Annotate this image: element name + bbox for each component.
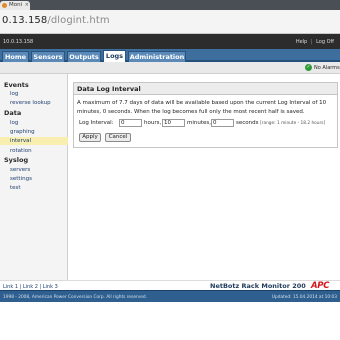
link-separator: | — [310, 39, 313, 45]
browser-tab-title: Moni — [9, 2, 23, 8]
sidebar-item-servers[interactable]: servers — [9, 166, 68, 174]
top-links: Help | Log Off — [294, 39, 334, 45]
range-hint: [range: 1 minute - 18.2 hours] — [260, 121, 326, 126]
log-interval-label: Log Interval: — [79, 120, 114, 126]
cancel-button[interactable]: Cancel — [105, 133, 131, 142]
sidebar-section-events: Events — [4, 81, 29, 89]
url-text[interactable]: 0.13.158/dlogint.htm — [2, 15, 110, 26]
url-host: 0.13.158 — [2, 15, 48, 26]
browser-tab-bar: Moni × — [0, 0, 340, 10]
browser-tab[interactable]: Moni × — [0, 1, 30, 10]
tab-outputs[interactable]: Outputs — [67, 51, 101, 62]
updated-timestamp: Updated: 15.04.2014 at 10:03 — [271, 295, 337, 300]
minutes-unit: minutes, — [187, 120, 212, 126]
device-ip: 10.0.13.158 — [3, 39, 34, 45]
status-bar: ✓ No Alarms — [0, 62, 340, 74]
check-circle-icon: ✓ — [305, 64, 312, 71]
sidebar-item-settings[interactable]: settings — [9, 175, 68, 183]
data-log-interval-panel: Data Log Interval A maximum of 7.7 days … — [73, 82, 338, 148]
hours-input[interactable]: 0 — [119, 119, 142, 127]
tab-administration[interactable]: Administration — [128, 51, 186, 62]
copyright-text: 1998 - 2008, American Power Conversion C… — [3, 295, 148, 300]
footer-links-row: Link 1 | Link 2 | Link 3 NetBotz Rack Mo… — [0, 280, 340, 291]
alarm-status[interactable]: No Alarms — [314, 65, 340, 71]
minutes-input[interactable]: 10 — [162, 119, 185, 127]
help-link[interactable]: Help — [296, 39, 307, 45]
sidebar-item-events-log[interactable]: log — [9, 90, 68, 98]
tab-home[interactable]: Home — [2, 51, 29, 62]
tab-logs[interactable]: Logs — [103, 50, 126, 62]
sidebar-item-reverse-lookup[interactable]: reverse lookup — [9, 99, 68, 107]
sidebar: Events log reverse lookup Data log graph… — [0, 74, 68, 280]
tab-sensors[interactable]: Sensors — [31, 51, 65, 62]
seconds-input[interactable]: 0 — [211, 119, 234, 127]
nav-bar: Home Sensors Outputs Logs Administration — [0, 49, 340, 62]
hours-unit: hours, — [144, 120, 162, 126]
footer-bar: 1998 - 2008, American Power Conversion C… — [0, 290, 340, 302]
tab-close-icon[interactable]: × — [25, 1, 29, 10]
sidebar-section-syslog: Syslog — [4, 156, 29, 164]
sidebar-section-data: Data — [4, 109, 22, 117]
seconds-unit: seconds — [236, 120, 259, 126]
sidebar-item-test[interactable]: test — [9, 184, 68, 192]
product-name: NetBotz Rack Monitor 200 — [210, 282, 306, 290]
page-bottom — [0, 302, 340, 340]
favicon-icon — [2, 3, 7, 8]
sidebar-item-graphing[interactable]: graphing — [9, 128, 68, 136]
sidebar-item-rotation[interactable]: rotation — [9, 147, 68, 155]
apply-button[interactable]: Apply — [79, 133, 101, 142]
sidebar-item-data-log[interactable]: log — [9, 119, 68, 127]
log-off-link[interactable]: Log Off — [316, 39, 334, 45]
address-bar[interactable]: 0.13.158/dlogint.htm — [0, 10, 340, 34]
panel-description: A maximum of 7.7 days of data will be av… — [77, 100, 327, 115]
panel-title: Data Log Interval — [74, 83, 337, 95]
top-strip: 10.0.13.158 Help | Log Off — [0, 34, 340, 49]
sidebar-item-interval[interactable]: interval — [0, 137, 68, 145]
url-path: /dlogint.htm — [47, 15, 110, 26]
